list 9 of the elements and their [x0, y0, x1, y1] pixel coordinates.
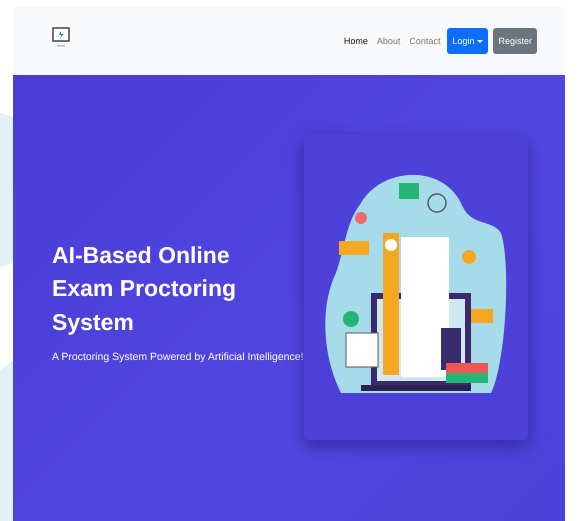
nav-link[interactable]: Home	[342, 36, 370, 46]
hero-title: AI-Based Online Exam Proctoring System	[52, 241, 238, 337]
nav-link[interactable]: Contact	[407, 36, 442, 46]
monitor-logo-icon[interactable]	[52, 27, 70, 49]
login-dropdown-button[interactable]: Login	[447, 28, 488, 54]
hero-subtitle: A Proctoring System Powered by Artificial Intelligence!	[52, 351, 304, 364]
nav-link[interactable]: About	[374, 36, 402, 46]
caret-icon	[477, 40, 484, 42]
register-button[interactable]: Register	[493, 28, 537, 54]
